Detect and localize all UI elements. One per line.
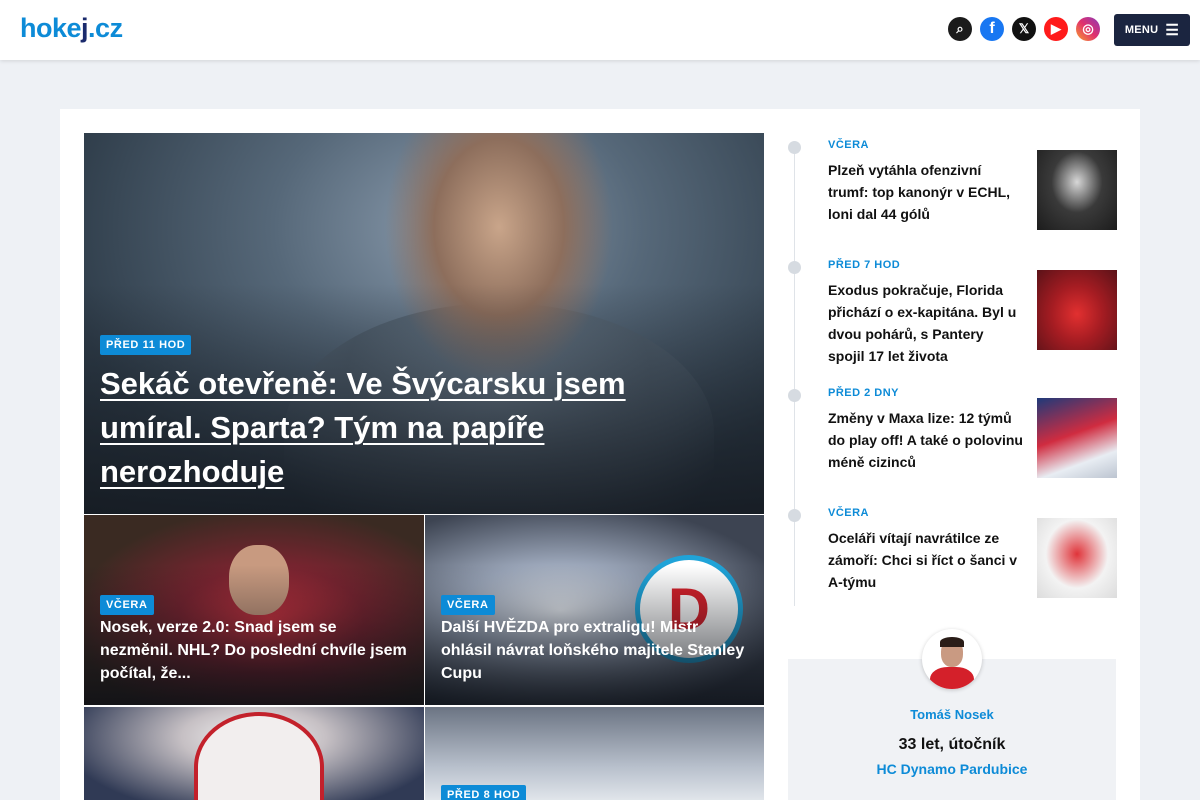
tile-time-badge: VČERA <box>441 595 495 615</box>
goalie-helmet-image <box>194 712 324 800</box>
tile-time-badge: PŘED 8 HOD <box>441 785 527 800</box>
article-tile[interactable]: PŘED 8 HOD <box>425 707 764 800</box>
article-tile[interactable]: D VČERA Další HVĚZDA pro extraligu! Mist… <box>425 515 764 705</box>
player-team[interactable]: HC Dynamo Pardubice <box>788 761 1116 777</box>
news-title[interactable]: Změny v Maxa lize: 12 týmů do play off! … <box>828 407 1024 473</box>
player-info: 33 let, útočník <box>898 736 1006 753</box>
youtube-icon[interactable]: ▶ <box>1044 17 1068 41</box>
timeline-dot <box>788 261 801 274</box>
site-logo[interactable]: hokej.cz <box>20 13 123 44</box>
news-thumbnail[interactable] <box>1037 398 1117 478</box>
x-icon[interactable]: 𝕏 <box>1012 17 1036 41</box>
news-thumbnail[interactable] <box>1037 270 1117 350</box>
news-title[interactable]: Exodus pokračuje, Florida přichází o ex-… <box>828 279 1024 367</box>
tile-title[interactable]: Další HVĚZDA pro extraligu! Mistr ohlási… <box>441 616 751 685</box>
news-time: PŘED 2 DNY <box>828 387 900 399</box>
news-thumbnail[interactable] <box>1037 518 1117 598</box>
timeline-dot <box>788 141 801 154</box>
menu-label: MENU <box>1124 24 1159 36</box>
news-timeline <box>794 148 795 606</box>
news-time: VČERA <box>828 507 870 519</box>
news-time: VČERA <box>828 139 870 151</box>
player-name[interactable]: Tomáš Nosek <box>788 707 1116 722</box>
hero-title[interactable]: Sekáč otevřeně: Ve Švýcarsku jsem umíral… <box>100 362 660 494</box>
news-title[interactable]: Plzeň vytáhla ofenzivní trumf: top kanon… <box>828 159 1024 225</box>
facebook-icon[interactable]: f <box>980 17 1004 41</box>
tile-title[interactable]: Nosek, verze 2.0: Snad jsem se nezměnil.… <box>100 616 410 685</box>
article-tile[interactable]: VČERA Nosek, verze 2.0: Snad jsem se nez… <box>84 515 424 705</box>
site-header: hokej.cz ⌕ f 𝕏 ▶ ◎ MENU ☰ <box>0 0 1200 60</box>
player-avatar[interactable] <box>922 629 982 689</box>
instagram-icon[interactable]: ◎ <box>1076 17 1100 41</box>
search-icon[interactable]: ⌕ <box>948 17 972 41</box>
news-title[interactable]: Oceláři vítají navrátilce ze zámoří: Chc… <box>828 527 1024 593</box>
news-time: PŘED 7 HOD <box>828 259 901 271</box>
timeline-dot <box>788 509 801 522</box>
tile-time-badge: VČERA <box>100 595 154 615</box>
timeline-dot <box>788 389 801 402</box>
hamburger-icon: ☰ <box>1165 21 1180 39</box>
hero-time-badge: PŘED 11 HOD <box>100 335 192 355</box>
news-thumbnail[interactable] <box>1037 150 1117 230</box>
article-tile[interactable] <box>84 707 424 800</box>
menu-button[interactable]: MENU ☰ <box>1114 14 1190 46</box>
